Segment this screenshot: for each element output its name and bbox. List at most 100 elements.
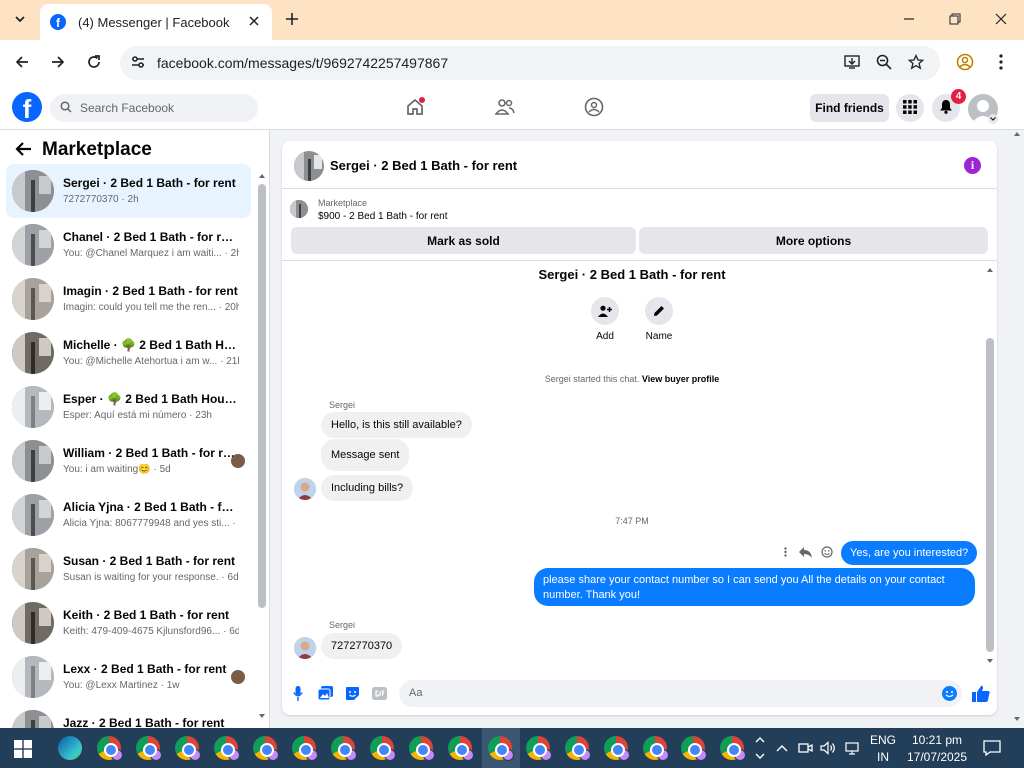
conversation-item[interactable]: Keith · 2 Bed 1 Bath - for rent Keith: 47… xyxy=(6,596,251,650)
incoming-message[interactable]: 7272770370 xyxy=(321,633,403,659)
profile-button[interactable] xyxy=(952,50,978,76)
forward-button[interactable] xyxy=(45,50,71,76)
facebook-search-input[interactable]: Search Facebook xyxy=(50,94,258,122)
scroll-up-icon[interactable] xyxy=(258,172,266,180)
conversation-item[interactable]: Michelle · 🌳 2 Bed 1 Bath Hous... You: @M… xyxy=(6,326,251,380)
react-emoji-icon[interactable] xyxy=(820,545,834,559)
tab-search-button[interactable] xyxy=(8,8,32,32)
scroll-up-icon[interactable] xyxy=(986,266,994,274)
chrome-app-icon[interactable] xyxy=(643,736,669,761)
conversation-item[interactable]: Imagin · 2 Bed 1 Bath - for rent Imagin: … xyxy=(6,272,251,326)
scroll-down-icon[interactable] xyxy=(1013,715,1021,723)
page-scrollbar[interactable] xyxy=(1010,130,1024,728)
add-person-button[interactable]: Add xyxy=(585,297,625,342)
close-tab-button[interactable] xyxy=(246,14,262,30)
conversation-item[interactable]: William · 2 Bed 1 Bath - for re... You: i… xyxy=(6,434,251,488)
chrome-app-icon[interactable] xyxy=(331,736,357,761)
sidebar-scrollbar[interactable] xyxy=(258,172,266,720)
chrome-app-icon[interactable] xyxy=(292,736,318,761)
chrome-app-icon[interactable] xyxy=(97,736,123,761)
taskbar-scroll-icon[interactable] xyxy=(752,732,768,764)
info-icon[interactable]: i xyxy=(964,157,981,174)
conversation-item[interactable]: Jazz · 2 Bed 1 Bath - for rent xyxy=(6,704,251,728)
browser-menu-button[interactable] xyxy=(988,50,1014,76)
back-button[interactable] xyxy=(9,50,35,76)
close-window-button[interactable] xyxy=(987,6,1015,34)
chrome-app-icon[interactable] xyxy=(370,736,396,761)
conversation-item[interactable]: Esper · 🌳 2 Bed 1 Bath House f... Esper: … xyxy=(6,380,251,434)
gif-icon[interactable] xyxy=(371,685,387,701)
input-language[interactable]: ENG IN xyxy=(870,733,896,764)
menu-button[interactable] xyxy=(896,94,924,122)
sender-avatar[interactable] xyxy=(294,478,316,500)
sticker-icon[interactable] xyxy=(344,685,360,701)
name-chat-button[interactable]: Name xyxy=(639,297,679,342)
incoming-message[interactable]: Hello, is this still available? xyxy=(321,412,472,438)
scroll-up-icon[interactable] xyxy=(1013,130,1021,138)
outgoing-message[interactable]: please share your contact number so I ca… xyxy=(534,568,975,606)
chrome-app-icon[interactable] xyxy=(448,736,474,761)
scroll-down-icon[interactable] xyxy=(258,712,266,720)
notifications-center-icon[interactable] xyxy=(983,739,1001,757)
camera-icon[interactable] xyxy=(797,740,813,756)
friends-nav-button[interactable] xyxy=(493,96,517,120)
reply-icon[interactable] xyxy=(798,545,812,559)
microphone-icon[interactable] xyxy=(290,685,306,701)
chrome-app-icon[interactable] xyxy=(214,736,240,761)
chat-avatar[interactable] xyxy=(294,151,324,181)
incoming-message[interactable]: Including bills? xyxy=(321,475,414,501)
install-app-button[interactable] xyxy=(840,51,864,75)
volume-icon[interactable] xyxy=(820,740,836,756)
conversation-item[interactable]: Chanel · 2 Bed 1 Bath - for rent You: @Ch… xyxy=(6,218,251,272)
home-nav-button[interactable] xyxy=(403,96,427,120)
chat-scroll-thumb[interactable] xyxy=(986,338,994,652)
view-buyer-profile-link[interactable]: View buyer profile xyxy=(642,374,719,384)
network-icon[interactable] xyxy=(845,740,861,756)
chrome-app-icon[interactable] xyxy=(175,736,201,761)
bookmark-button[interactable] xyxy=(904,51,928,75)
find-friends-button[interactable]: Find friends xyxy=(810,94,889,122)
chrome-app-icon[interactable] xyxy=(136,736,162,761)
more-options-button[interactable]: More options xyxy=(639,227,988,254)
chrome-app-icon[interactable] xyxy=(409,736,435,761)
outgoing-message[interactable]: Yes, are you interested? xyxy=(841,541,978,565)
conversation-item[interactable]: Alicia Yjna · 2 Bed 1 Bath - for r... Ali… xyxy=(6,488,251,542)
more-actions-icon[interactable] xyxy=(778,545,792,559)
emoji-icon[interactable] xyxy=(942,686,957,701)
image-attach-icon[interactable] xyxy=(317,685,333,701)
new-tab-button[interactable] xyxy=(280,8,304,32)
chrome-app-icon[interactable] xyxy=(681,736,707,761)
mark-as-sold-button[interactable]: Mark as sold xyxy=(291,227,636,254)
zoom-button[interactable] xyxy=(872,51,896,75)
groups-nav-button[interactable] xyxy=(582,96,606,120)
chat-title[interactable]: Sergei · 2 Bed 1 Bath - for rent xyxy=(330,158,517,173)
sidebar-scroll-thumb[interactable] xyxy=(258,184,266,608)
browser-tab[interactable]: f (4) Messenger | Facebook xyxy=(40,4,272,40)
conversation-item[interactable]: Lexx · 2 Bed 1 Bath - for rent You: @Lexx… xyxy=(6,650,251,704)
chrome-app-icon[interactable] xyxy=(253,736,279,761)
address-bar[interactable]: facebook.com/messages/t/9692742257497867 xyxy=(120,46,940,80)
sender-avatar[interactable] xyxy=(294,637,316,659)
restore-button[interactable] xyxy=(941,6,969,34)
message-input[interactable]: Aa xyxy=(399,680,962,707)
scroll-down-icon[interactable] xyxy=(986,657,994,665)
chrome-app-icon[interactable] xyxy=(565,736,591,761)
incoming-message[interactable]: Message sent xyxy=(321,439,410,471)
listing-thumbnail[interactable] xyxy=(290,200,308,218)
conversation-item[interactable]: Sergei · 2 Bed 1 Bath - for rent 72727703… xyxy=(6,164,251,218)
minimize-button[interactable] xyxy=(895,6,923,34)
system-clock[interactable]: 10:21 pm 17/07/2025 xyxy=(902,733,972,764)
listing-price[interactable]: $900 - 2 Bed 1 Bath - for rent xyxy=(318,211,448,222)
windows-start-icon[interactable] xyxy=(14,740,32,758)
like-icon[interactable] xyxy=(972,684,990,702)
reload-button[interactable] xyxy=(81,50,107,76)
chrome-app-icon[interactable] xyxy=(604,736,630,761)
chat-scrollbar[interactable] xyxy=(985,266,995,666)
tray-overflow-icon[interactable] xyxy=(774,740,790,756)
chrome-app-icon[interactable] xyxy=(720,736,746,761)
edge-app-icon[interactable] xyxy=(58,736,82,760)
site-info-button[interactable] xyxy=(126,51,150,75)
facebook-logo-icon[interactable]: f xyxy=(12,92,42,122)
chrome-app-icon[interactable] xyxy=(488,736,514,761)
chrome-app-icon[interactable] xyxy=(526,736,552,761)
